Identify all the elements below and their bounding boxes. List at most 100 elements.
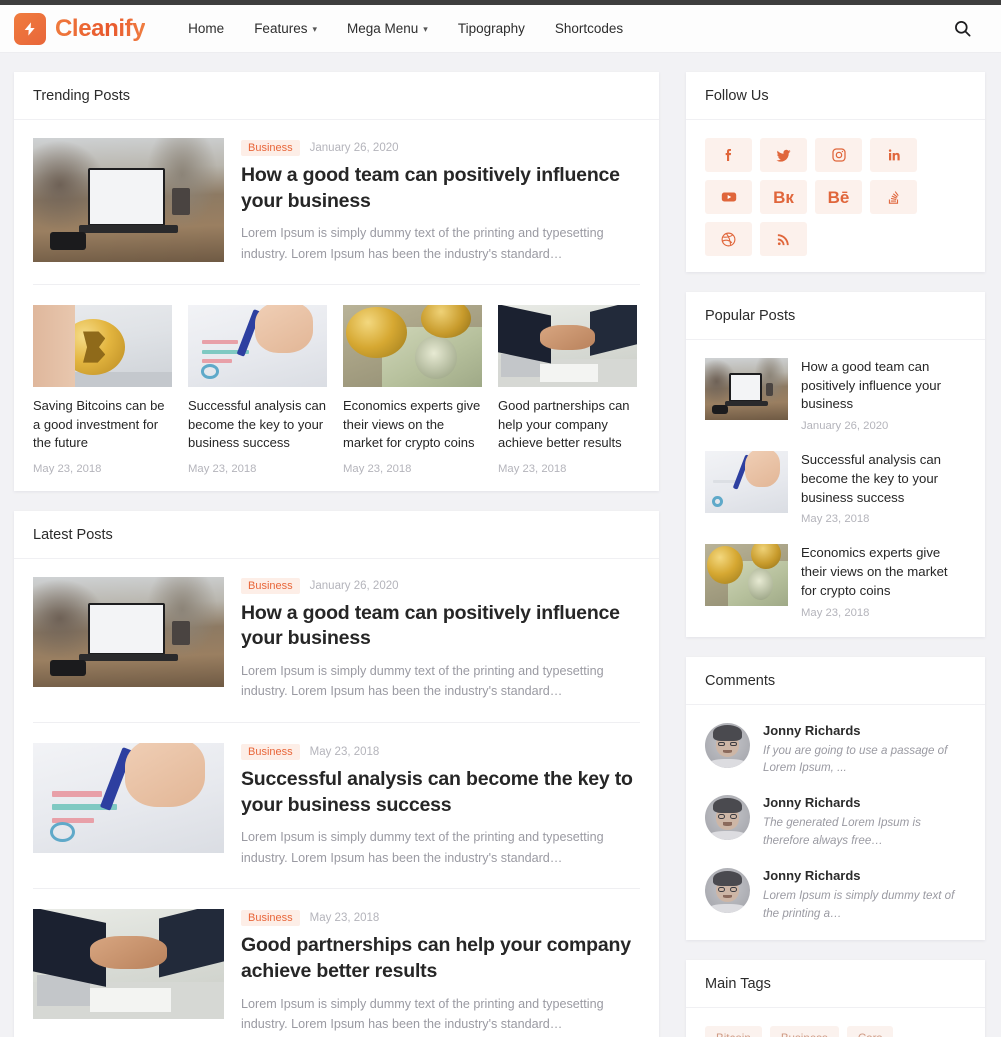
tag-bitcoin[interactable]: Bitcoin	[705, 1025, 762, 1037]
popular-post-item[interactable]: How a good team can positively influence…	[705, 358, 966, 432]
post-title[interactable]: How a good team can positively influence…	[241, 601, 640, 652]
chevron-down-icon: ▾	[423, 24, 428, 34]
post-thumbnail[interactable]	[705, 358, 788, 420]
post-date: January 26, 2020	[309, 142, 399, 154]
post-date: May 23, 2018	[309, 912, 380, 925]
comment-author[interactable]: Jonny Richards	[763, 868, 966, 883]
post-title[interactable]: Successful analysis can become the key t…	[801, 451, 966, 507]
post-thumbnail[interactable]	[188, 305, 327, 388]
post-title[interactable]: Good partnerships can help your company …	[498, 397, 637, 452]
post-thumbnail[interactable]	[343, 305, 482, 388]
post-thumbnail[interactable]	[33, 138, 224, 262]
latest-posts-card: Latest Posts Business January 26, 2020 H…	[14, 510, 659, 1037]
nav-item-mega-menu[interactable]: Mega Menu ▾	[332, 7, 443, 50]
popular-posts-body: How a good team can positively influence…	[686, 340, 985, 637]
post-title[interactable]: Successful analysis can become the key t…	[188, 397, 327, 452]
social-link-instagram[interactable]	[815, 138, 862, 172]
comment-item[interactable]: Jonny Richards Lorem Ipsum is simply dum…	[705, 868, 966, 922]
latest-post-item[interactable]: Business May 23, 2018 Good partnerships …	[33, 889, 640, 1037]
popular-post-item[interactable]: Successful analysis can become the key t…	[705, 451, 966, 525]
latest-posts-body: Business January 26, 2020 How a good tea…	[14, 559, 659, 1037]
avatar	[705, 795, 750, 841]
nav-item-home[interactable]: Home	[173, 7, 239, 50]
trending-posts-body: Business January 26, 2020 How a good tea…	[14, 120, 659, 491]
nav-item-tipography[interactable]: Tipography	[443, 7, 540, 50]
post-date: May 23, 2018	[801, 606, 870, 619]
comments-header: Comments	[686, 657, 985, 705]
comment-author[interactable]: Jonny Richards	[763, 723, 966, 738]
vk-icon: Вк	[773, 187, 794, 207]
nav-label: Features	[254, 21, 308, 36]
follow-us-header: Follow Us	[686, 72, 985, 120]
post-title[interactable]: Economics experts give their views on th…	[343, 397, 482, 452]
popular-post-body: Economics experts give their views on th…	[801, 544, 966, 618]
social-link-vk[interactable]: Вк	[760, 180, 807, 214]
youtube-icon	[721, 192, 736, 202]
category-badge[interactable]: Business	[241, 743, 300, 760]
post-title[interactable]: How a good team can positively influence…	[801, 358, 966, 414]
search-icon	[954, 21, 970, 37]
tag-cars[interactable]: Cars	[846, 1025, 894, 1037]
category-badge[interactable]: Business	[241, 910, 300, 927]
comments-body: Jonny Richards If you are going to use a…	[686, 705, 985, 940]
latest-post-item[interactable]: Business January 26, 2020 How a good tea…	[33, 576, 640, 723]
trending-grid-item[interactable]: Successful analysis can become the key t…	[188, 305, 327, 475]
nav-item-shortcodes[interactable]: Shortcodes	[540, 7, 638, 50]
search-button[interactable]	[945, 12, 979, 46]
brand-logo[interactable]: Cleanify	[14, 12, 146, 45]
stack-overflow-icon	[888, 190, 899, 204]
featured-post[interactable]: Business January 26, 2020 How a good tea…	[33, 138, 640, 286]
post-title[interactable]: Economics experts give their views on th…	[801, 544, 966, 600]
nav-item-features[interactable]: Features ▾	[239, 7, 332, 50]
main-tags-body: Bitcoin Business Cars Economy Food Healt…	[686, 1008, 985, 1037]
trending-grid-item[interactable]: Good partnerships can help your company …	[498, 305, 637, 475]
social-link-rss[interactable]	[760, 222, 807, 256]
post-title[interactable]: How a good team can positively influence…	[241, 163, 640, 214]
comment-body: Jonny Richards If you are going to use a…	[763, 723, 966, 777]
social-link-behance[interactable]: Bē	[815, 180, 862, 214]
tag-business[interactable]: Business	[769, 1025, 839, 1037]
latest-post-body: Business May 23, 2018 Good partnerships …	[241, 909, 640, 1034]
social-link-facebook[interactable]	[705, 138, 752, 172]
comment-item[interactable]: Jonny Richards If you are going to use a…	[705, 722, 966, 777]
follow-us-card: Follow Us Вк Bē	[686, 72, 985, 272]
post-thumbnail[interactable]	[498, 305, 637, 388]
sidebar: Follow Us Вк Bē Popular Posts How a good…	[686, 72, 985, 1037]
trending-posts-header: Trending Posts	[14, 72, 659, 120]
social-link-twitter[interactable]	[760, 138, 807, 172]
post-excerpt: Lorem Ipsum is simply dummy text of the …	[241, 996, 604, 1031]
twitter-icon	[776, 149, 791, 162]
comment-author[interactable]: Jonny Richards	[763, 795, 966, 810]
post-excerpt: Lorem Ipsum is simply dummy text of the …	[241, 226, 604, 261]
social-link-linkedin[interactable]	[870, 138, 917, 172]
social-link-youtube[interactable]	[705, 180, 752, 214]
social-link-dribbble[interactable]	[705, 222, 752, 256]
post-thumbnail[interactable]	[705, 451, 788, 514]
post-title[interactable]: Successful analysis can become the key t…	[241, 767, 640, 818]
nav-label: Home	[188, 21, 225, 36]
trending-grid-item[interactable]: Saving Bitcoins can be a good investment…	[33, 305, 172, 475]
post-excerpt: Lorem Ipsum is simply dummy text of the …	[241, 664, 604, 699]
post-thumbnail[interactable]	[33, 909, 224, 1020]
post-title[interactable]: Good partnerships can help your company …	[241, 933, 640, 984]
section-title: Latest Posts	[33, 526, 113, 543]
social-link-stack-overflow[interactable]	[870, 180, 917, 214]
site-header: Cleanify Home Features ▾ Mega Menu ▾ Tip…	[0, 5, 1001, 53]
comment-item[interactable]: Jonny Richards The generated Lorem Ipsum…	[705, 795, 966, 849]
post-thumbnail[interactable]	[33, 576, 224, 687]
comments-card: Comments Jonny Richards If you are going…	[686, 656, 985, 940]
post-title[interactable]: Saving Bitcoins can be a good investment…	[33, 397, 172, 452]
post-thumbnail[interactable]	[705, 544, 788, 607]
page-layout: Trending Posts Business January 26, 2020…	[0, 53, 1001, 1037]
post-thumbnail[interactable]	[33, 742, 224, 853]
trending-grid-item[interactable]: Economics experts give their views on th…	[343, 305, 482, 475]
post-date: May 23, 2018	[343, 462, 412, 475]
category-badge[interactable]: Business	[241, 140, 300, 156]
popular-post-item[interactable]: Economics experts give their views on th…	[705, 544, 966, 619]
popular-posts-header: Popular Posts	[686, 292, 985, 340]
latest-post-item[interactable]: Business May 23, 2018 Successful analysi…	[33, 723, 640, 890]
post-thumbnail[interactable]	[33, 305, 172, 388]
post-date: May 23, 2018	[188, 462, 257, 475]
post-date: January 26, 2020	[309, 579, 399, 592]
category-badge[interactable]: Business	[241, 577, 300, 594]
